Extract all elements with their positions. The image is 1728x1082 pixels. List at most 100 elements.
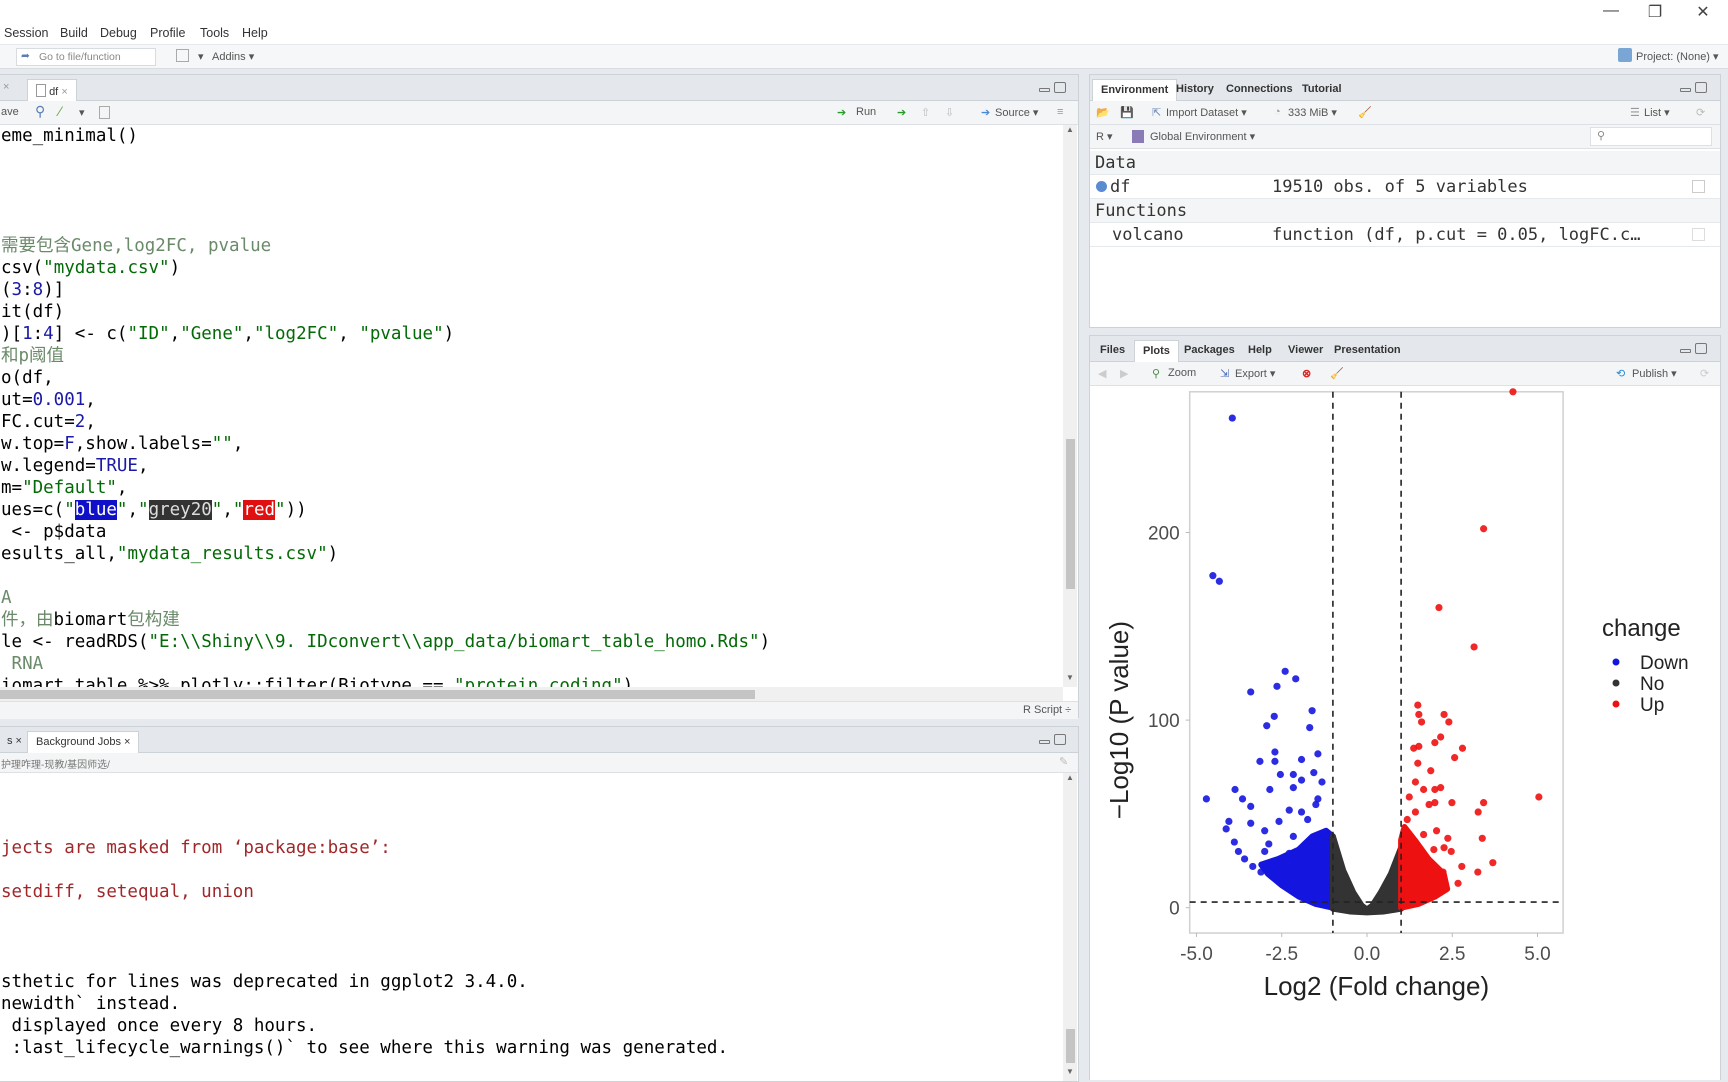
editor-vscroll-thumb[interactable] xyxy=(1066,439,1075,589)
console-line: setdiff, setequal, union xyxy=(1,882,254,902)
memory-usage-menu[interactable]: 333 MiB ▾ xyxy=(1288,106,1337,119)
export-menu[interactable]: Export ▾ xyxy=(1235,367,1275,380)
maximize-button[interactable]: ❐ xyxy=(1640,2,1670,22)
minimize-button[interactable]: — xyxy=(1596,2,1626,20)
console-output[interactable]: jects are masked from ‘package:base’: set… xyxy=(1,773,1061,1081)
save-workspace-icon[interactable]: 💾 xyxy=(1120,106,1134,119)
scroll-up-icon[interactable]: ▲ xyxy=(1066,773,1074,782)
publish-menu[interactable]: Publish ▾ xyxy=(1632,367,1677,380)
next-plot-icon[interactable]: ▶ xyxy=(1120,367,1128,380)
menu-profile[interactable]: Profile xyxy=(150,26,185,40)
tab-terminal[interactable]: s × xyxy=(0,731,30,753)
view-mode-menu[interactable]: List ▾ xyxy=(1644,106,1670,119)
run-button[interactable]: Run xyxy=(856,106,876,118)
code-token: eme_minimal() xyxy=(1,126,138,146)
point-up xyxy=(1451,754,1459,762)
code-token: TRUE xyxy=(95,456,138,476)
code-token: " xyxy=(116,500,128,520)
console-line: jects are masked from ‘package:base’: xyxy=(1,838,391,858)
working-directory[interactable]: 护理咋理-现教/基因师选/ xyxy=(1,756,110,771)
close-button[interactable]: ✕ xyxy=(1688,2,1718,22)
menu-build[interactable]: Build xyxy=(60,26,88,40)
wand-caret-icon[interactable]: ▾ xyxy=(79,106,85,119)
minimize-pane-icon[interactable] xyxy=(1039,740,1050,744)
go-down-icon[interactable]: ⇩ xyxy=(945,106,954,119)
minimize-pane-icon[interactable] xyxy=(1680,88,1691,92)
tab-background-jobs[interactable]: Background Jobs × xyxy=(27,731,140,753)
maximize-pane-icon[interactable] xyxy=(1054,82,1066,93)
zoom-button[interactable]: Zoom xyxy=(1168,367,1196,379)
expand-icon[interactable] xyxy=(1096,181,1107,192)
tab-files[interactable]: Files xyxy=(1092,340,1133,362)
menu-session[interactable]: Session xyxy=(4,26,48,40)
broom-icon[interactable]: 🧹 xyxy=(1358,106,1372,119)
search-icon[interactable]: ⚲ xyxy=(35,103,45,120)
editor-vscrollbar[interactable]: ▲ ▼ xyxy=(1063,125,1077,687)
remove-plot-icon[interactable]: ⊗ xyxy=(1302,367,1311,380)
run-arrow-icon: ➔ xyxy=(837,107,847,119)
grid-layout-icon[interactable] xyxy=(176,49,189,62)
tab-df[interactable]: df × xyxy=(27,79,77,101)
goto-file-input[interactable]: ➦ Go to file/function xyxy=(16,48,156,66)
code-line: )[1:4] <- c("ID","Gene","log2FC", "pvalu… xyxy=(1,323,1061,345)
code-line: w.top=F,show.labels="", xyxy=(1,433,1061,455)
scroll-up-icon[interactable]: ▲ xyxy=(1066,125,1074,134)
import-dataset-menu[interactable]: Import Dataset ▾ xyxy=(1166,106,1247,119)
load-workspace-icon[interactable]: 📂 xyxy=(1096,106,1110,119)
wand-icon[interactable]: ⁄ xyxy=(59,103,61,119)
tab-df-close[interactable]: × xyxy=(61,86,67,98)
maximize-pane-icon[interactable] xyxy=(1054,734,1066,745)
environment-search-input[interactable]: ⚲ xyxy=(1590,127,1712,146)
addins-menu[interactable]: Addins ▾ xyxy=(212,50,254,63)
file-type-menu[interactable]: R Script ÷ xyxy=(1023,704,1071,716)
code-token: : xyxy=(32,324,44,344)
tab-help[interactable]: Help xyxy=(1240,340,1280,362)
scroll-down-icon[interactable]: ▼ xyxy=(1066,1067,1074,1076)
view-function-icon[interactable] xyxy=(1692,228,1705,241)
tab-connections[interactable]: Connections xyxy=(1218,79,1301,101)
previous-plot-icon[interactable]: ◀ xyxy=(1098,367,1106,380)
language-menu[interactable]: R ▾ xyxy=(1096,130,1113,143)
tab-packages[interactable]: Packages xyxy=(1176,340,1243,362)
menu-debug[interactable]: Debug xyxy=(100,26,137,40)
save-button[interactable]: ave xyxy=(1,106,19,118)
point-up xyxy=(1480,525,1488,533)
scope-menu[interactable]: Global Environment ▾ xyxy=(1150,130,1255,143)
outline-icon[interactable]: ≡ xyxy=(1057,106,1063,118)
code-editor[interactable]: eme_minimal() 需要包含Gene,log2FC, pvalue csv(… xyxy=(1,125,1061,687)
maximize-pane-icon[interactable] xyxy=(1695,343,1707,354)
console-vscroll-thumb[interactable] xyxy=(1066,1029,1075,1063)
point-down xyxy=(1238,795,1247,803)
env-row-volcano[interactable]: volcano function (df, p.cut = 0.05, logF… xyxy=(1090,223,1720,247)
menu-tools[interactable]: Tools xyxy=(200,26,229,40)
view-data-icon[interactable] xyxy=(1692,180,1705,193)
project-menu[interactable]: Project: (None) ▾ xyxy=(1636,50,1719,63)
tab-plots[interactable]: Plots xyxy=(1134,340,1179,362)
dropdown-caret-icon[interactable]: ▾ xyxy=(198,50,204,63)
go-up-icon[interactable]: ⇧ xyxy=(921,106,930,119)
minimize-pane-icon[interactable] xyxy=(1039,88,1050,92)
editor-hscrollbar[interactable] xyxy=(0,687,1063,701)
tab-tutorial[interactable]: Tutorial xyxy=(1294,79,1350,101)
clear-plots-icon[interactable]: 🧹 xyxy=(1330,367,1344,380)
env-row-df[interactable]: df 19510 obs. of 5 variables xyxy=(1090,175,1720,199)
maximize-pane-icon[interactable] xyxy=(1695,82,1707,93)
tab-history[interactable]: History xyxy=(1168,79,1222,101)
console-vscrollbar[interactable]: ▲ ▼ xyxy=(1063,773,1077,1081)
source-button[interactable]: Source ▾ xyxy=(995,106,1038,119)
scroll-down-icon[interactable]: ▼ xyxy=(1066,673,1074,682)
editor-hscroll-thumb[interactable] xyxy=(0,690,755,699)
clear-console-icon[interactable]: ✎ xyxy=(1059,755,1068,768)
tab-close-icon[interactable]: × xyxy=(3,81,9,93)
point-up xyxy=(1440,710,1448,719)
refresh-icon[interactable]: ⟳ xyxy=(1700,367,1709,380)
minimize-pane-icon[interactable] xyxy=(1680,349,1691,353)
refresh-icon[interactable]: ⟳ xyxy=(1696,106,1705,119)
tab-presentation[interactable]: Presentation xyxy=(1326,340,1409,362)
compile-report-icon[interactable] xyxy=(99,106,110,119)
tab-environment[interactable]: Environment xyxy=(1092,79,1178,101)
rerun-icon[interactable]: ➔ xyxy=(897,106,906,119)
menu-help[interactable]: Help xyxy=(242,26,268,40)
tab-viewer[interactable]: Viewer xyxy=(1280,340,1331,362)
